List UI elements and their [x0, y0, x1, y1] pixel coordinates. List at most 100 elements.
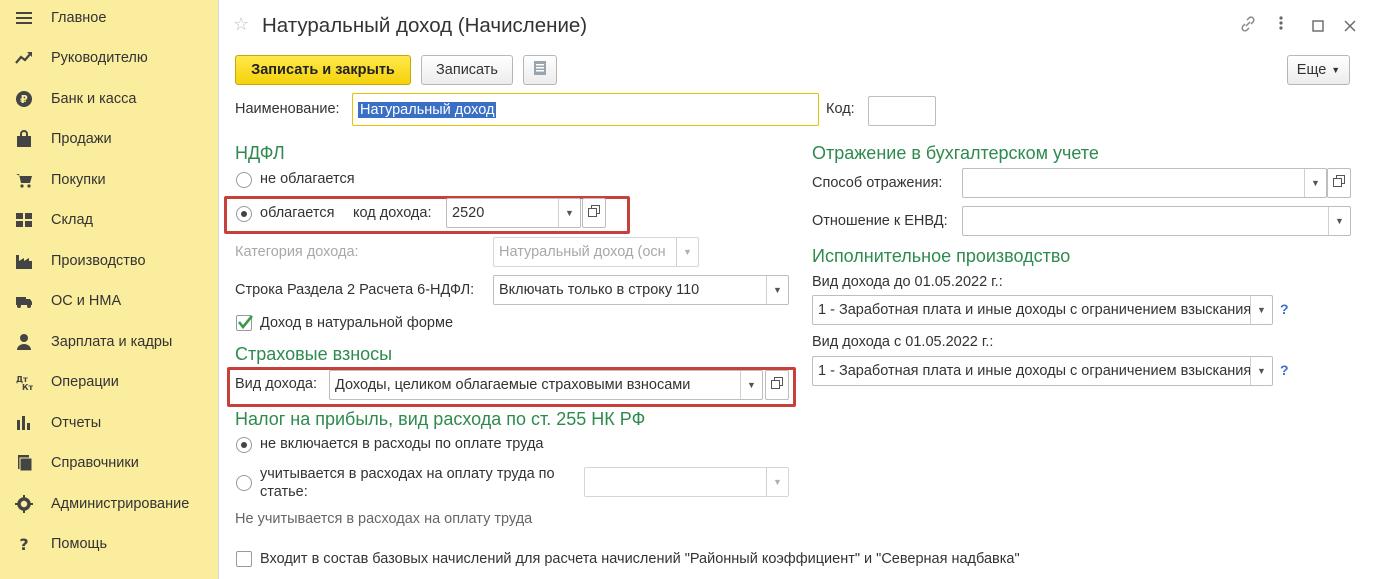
sidebar-item-label: Руководителю	[51, 50, 148, 66]
sidebar-item-label: Администрирование	[51, 496, 190, 512]
sidebar-item-purchases[interactable]: Покупки	[0, 160, 214, 200]
accounting-method-label: Способ отражения:	[812, 175, 943, 191]
bag-icon	[14, 129, 34, 149]
income-code-label: код дохода:	[353, 205, 432, 221]
dropdown-arrow-icon[interactable]: ▼	[1328, 207, 1350, 235]
factory-icon	[14, 251, 34, 271]
sidebar-item-help[interactable]: ? Помощь	[0, 524, 214, 564]
sidebar-item-label: Главное	[51, 10, 107, 26]
menu-icon	[14, 8, 34, 28]
sidebar-item-label: Склад	[51, 212, 93, 228]
in-kind-checkbox[interactable]	[236, 315, 254, 331]
sidebar-item-manager[interactable]: Руководителю	[0, 38, 214, 78]
form-window: ☆ Натуральный доход (Начисление) Записат…	[218, 0, 1377, 579]
sidebar-item-label: Покупки	[51, 172, 106, 188]
more-actions-icon[interactable]	[1278, 15, 1284, 36]
question-icon: ?	[14, 534, 34, 554]
taxed-label: облагается	[260, 205, 335, 221]
income-after-label: Вид дохода с 01.05.2022 г.:	[812, 334, 994, 350]
dropdown-arrow-icon[interactable]: ▼	[1304, 169, 1326, 197]
dropdown-arrow-icon[interactable]: ▼	[766, 276, 788, 304]
income-code-select[interactable]: 2520 ▼	[446, 198, 581, 228]
bar-chart-icon	[14, 413, 34, 433]
name-input[interactable]: Натуральный доход	[352, 93, 819, 126]
row-6ndfl-value: Включать только в строку 110	[499, 282, 700, 298]
income-before-select[interactable]: 1 - Заработная плата и иные доходы с огр…	[812, 295, 1273, 325]
included-radio[interactable]	[236, 475, 252, 491]
sidebar-item-label: Справочники	[51, 455, 139, 471]
link-icon[interactable]	[1240, 16, 1256, 37]
sidebar-item-admin[interactable]: Администрирование	[0, 484, 214, 524]
close-icon[interactable]	[1344, 19, 1356, 37]
not-included-radio[interactable]	[236, 437, 252, 453]
dropdown-arrow-icon[interactable]: ▼	[1250, 357, 1272, 385]
sidebar-item-label: ОС и НМА	[51, 293, 122, 309]
more-button-label: Еще	[1296, 62, 1327, 78]
sidebar-item-warehouse[interactable]: Склад	[0, 200, 214, 240]
warehouse-icon	[14, 210, 34, 230]
income-type-label: Вид дохода:	[235, 376, 318, 392]
row-6ndfl-select[interactable]: Включать только в строку 110 ▼	[493, 275, 789, 305]
dropdown-arrow-icon: ▼	[766, 468, 788, 496]
more-button[interactable]: Еще ▼	[1287, 55, 1350, 85]
profit-tax-section-title: Налог на прибыль, вид расхода по ст. 255…	[235, 409, 646, 429]
report-button[interactable]	[523, 55, 557, 85]
favorite-star-icon[interactable]: ☆	[233, 14, 249, 35]
dropdown-arrow-icon[interactable]: ▼	[558, 199, 580, 227]
help-icon[interactable]: ?	[1280, 362, 1289, 378]
save-and-close-button[interactable]: Записать и закрыть	[235, 55, 411, 85]
income-after-select[interactable]: 1 - Заработная плата и иные доходы с огр…	[812, 356, 1273, 386]
save-button[interactable]: Записать	[421, 55, 513, 85]
sidebar-item-label: Банк и касса	[51, 91, 137, 107]
open-insurance-type-button[interactable]	[765, 370, 789, 400]
open-accounting-method-button[interactable]	[1327, 168, 1351, 198]
name-value: Натуральный доход	[358, 101, 497, 118]
not-taxed-label: не облагается	[260, 171, 355, 187]
sidebar-item-bank[interactable]: ₽ Банк и касса	[0, 79, 214, 119]
ruble-icon: ₽	[14, 89, 34, 109]
not-taxed-radio[interactable]	[236, 172, 252, 188]
truck-icon	[14, 291, 34, 311]
sidebar: Главное Руководителю ₽ Банк и касса Прод…	[0, 0, 214, 579]
accounting-method-select[interactable]: ▼	[962, 168, 1327, 198]
operations-icon: Дт Кт	[14, 372, 34, 392]
code-input[interactable]	[868, 96, 936, 126]
sidebar-item-label: Зарплата и кадры	[51, 334, 173, 350]
svg-text:?: ?	[19, 535, 28, 553]
category-value: Натуральный доход (осн	[499, 244, 666, 260]
document-list-icon	[533, 60, 547, 80]
not-included-label: не включается в расходы по оплате труда	[260, 436, 544, 452]
sidebar-item-operations[interactable]: Дт Кт Операции	[0, 362, 214, 402]
sidebar-item-assets[interactable]: ОС и НМА	[0, 281, 214, 321]
sidebar-item-main[interactable]: Главное	[0, 0, 214, 38]
sidebar-item-label: Отчеты	[51, 415, 102, 431]
sidebar-item-label: Операции	[51, 374, 119, 390]
accounting-section-title: Отражение в бухгалтерском учете	[812, 143, 1099, 163]
sidebar-item-directories[interactable]: Справочники	[0, 443, 214, 483]
code-label: Код:	[826, 101, 855, 117]
regional-coefficient-checkbox[interactable]	[236, 551, 252, 567]
name-label: Наименование:	[235, 101, 340, 117]
income-before-value: 1 - Заработная плата и иные доходы с огр…	[818, 302, 1252, 318]
svg-text:₽: ₽	[20, 93, 28, 106]
maximize-icon[interactable]	[1312, 19, 1324, 37]
sidebar-item-production[interactable]: Производство	[0, 241, 214, 281]
open-window-icon	[1333, 175, 1345, 191]
envd-select[interactable]: ▼	[962, 206, 1351, 236]
ndfl-section-title: НДФЛ	[235, 143, 285, 163]
sidebar-item-payroll[interactable]: Зарплата и кадры	[0, 322, 214, 362]
sidebar-item-reports[interactable]: Отчеты	[0, 403, 214, 443]
open-income-code-button[interactable]	[582, 198, 606, 228]
included-label-line2: статье:	[260, 484, 308, 500]
help-icon[interactable]: ?	[1280, 301, 1289, 317]
dropdown-arrow-icon[interactable]: ▼	[1250, 296, 1272, 324]
open-window-icon	[771, 377, 783, 393]
sidebar-item-label: Производство	[51, 253, 146, 269]
insurance-income-type-select[interactable]: Доходы, целиком облагаемые страховыми вз…	[329, 370, 763, 400]
sidebar-item-sales[interactable]: Продажи	[0, 119, 214, 159]
taxed-radio[interactable]	[236, 206, 252, 222]
dropdown-arrow-icon[interactable]: ▼	[740, 371, 762, 399]
trend-icon	[14, 48, 34, 68]
expense-article-select: ▼	[584, 467, 789, 497]
row-6ndfl-label: Строка Раздела 2 Расчета 6-НДФЛ:	[235, 282, 475, 298]
